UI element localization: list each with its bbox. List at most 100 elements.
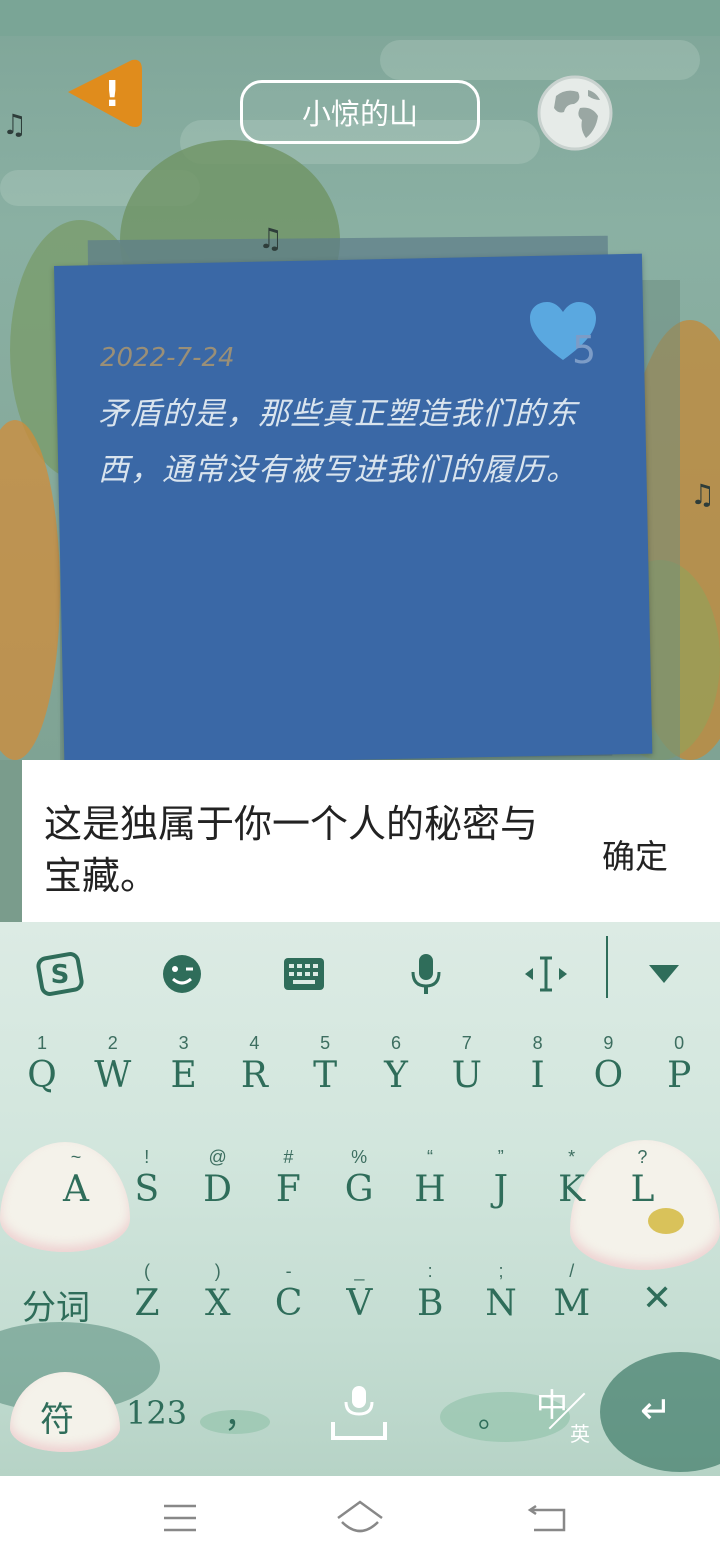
key-l[interactable]: ? L xyxy=(612,1146,672,1212)
like-count: 5 xyxy=(572,328,597,372)
key-y[interactable]: 6Y xyxy=(366,1032,426,1098)
key-label: F xyxy=(275,1169,301,1210)
key-label: O xyxy=(593,1055,624,1096)
key-hint: 5 xyxy=(320,1033,331,1053)
key-label: H xyxy=(414,1169,446,1210)
key-hint: 4 xyxy=(249,1033,260,1053)
key-label: R xyxy=(240,1055,268,1096)
cursor-move-icon[interactable] xyxy=(516,944,576,1004)
key-label: Y xyxy=(384,1055,408,1096)
key-z[interactable]: (Z xyxy=(117,1260,177,1326)
segment-key[interactable]: 分词 xyxy=(22,1280,90,1329)
key-v[interactable]: _ V xyxy=(329,1260,389,1326)
soft-keyboard: S 1Q2W3E4R5T6Y7U8I9O0P ~ A! S @ D # F% G “H” J * K?… xyxy=(0,922,720,1476)
key-p[interactable]: 0P xyxy=(649,1032,709,1098)
key-h[interactable]: “H xyxy=(400,1146,460,1212)
key-b[interactable]: :B xyxy=(400,1260,460,1326)
key-n[interactable]: ; N xyxy=(471,1260,531,1326)
note-text: 矛盾的是，那些真正塑造我们的东西，通常没有被写进我们的履历。 xyxy=(98,396,578,488)
key-hint: 1 xyxy=(36,1033,47,1053)
key-hint: % xyxy=(351,1147,368,1167)
sogou-logo-icon[interactable]: S xyxy=(30,944,90,1004)
lang-main: 中 xyxy=(536,1386,569,1424)
key-hint: _ xyxy=(354,1261,365,1281)
key-label: L xyxy=(630,1169,655,1210)
back-icon[interactable] xyxy=(518,1498,578,1538)
key-label: S xyxy=(134,1169,160,1210)
system-navigation-bar xyxy=(0,1476,720,1560)
emoji-icon[interactable] xyxy=(152,944,212,1004)
key-d[interactable]: @ D xyxy=(188,1146,248,1212)
svg-text:S: S xyxy=(51,960,70,990)
key-hint: 2 xyxy=(107,1033,118,1053)
menu-icon[interactable] xyxy=(150,1498,210,1538)
key-hint: - xyxy=(285,1261,292,1281)
toolbar-divider xyxy=(606,936,608,998)
collapse-icon[interactable] xyxy=(634,944,694,1004)
key-hint: 6 xyxy=(390,1033,401,1053)
page-title-button[interactable]: 小惊的山 xyxy=(240,80,480,144)
warning-glyph: ! xyxy=(104,74,121,115)
period-key[interactable]: 。 xyxy=(478,1392,508,1436)
key-e[interactable]: 3E xyxy=(154,1032,214,1098)
key-label: W xyxy=(94,1055,132,1096)
key-a[interactable]: ~ A xyxy=(46,1146,106,1212)
key-hint: ~ xyxy=(70,1147,82,1167)
key-label: M xyxy=(553,1283,591,1324)
key-j[interactable]: ” J xyxy=(471,1146,531,1212)
key-r[interactable]: 4R xyxy=(224,1032,284,1098)
globe-icon[interactable] xyxy=(536,74,614,152)
key-hint: 7 xyxy=(461,1033,472,1053)
space-key[interactable] xyxy=(330,1380,388,1442)
key-label: T xyxy=(313,1055,338,1096)
key-hint: 3 xyxy=(178,1033,189,1053)
autumn-tree xyxy=(0,420,60,760)
key-hint: ? xyxy=(637,1147,648,1167)
key-s[interactable]: ! S xyxy=(117,1146,177,1212)
key-label: B xyxy=(416,1283,444,1324)
space-microphone-icon xyxy=(331,1386,387,1440)
language-switch-key[interactable]: 中 英 xyxy=(536,1380,600,1446)
key-i[interactable]: 8I xyxy=(508,1032,568,1098)
input-bar: 这是独属于你一个人的秘密与宝藏。 确定 xyxy=(22,760,720,922)
key-hint: 0 xyxy=(674,1033,685,1053)
key-o[interactable]: 9O xyxy=(578,1032,638,1098)
confirm-button[interactable]: 确定 xyxy=(602,830,668,878)
key-hint: “ xyxy=(427,1147,433,1167)
key-f[interactable]: # F xyxy=(258,1146,318,1212)
key-u[interactable]: 7U xyxy=(437,1032,497,1098)
key-hint: 8 xyxy=(532,1033,543,1053)
lang-sub: 英 xyxy=(570,1422,590,1446)
key-hint: ( xyxy=(144,1261,150,1281)
status-strip xyxy=(0,0,720,36)
key-hint: / xyxy=(569,1261,575,1281)
key-x[interactable]: ) X xyxy=(188,1260,248,1326)
keyboard-icon[interactable] xyxy=(274,944,334,1004)
key-label: P xyxy=(667,1055,692,1096)
key-label: G xyxy=(344,1169,374,1210)
delete-key[interactable]: ✕ xyxy=(642,1278,672,1319)
key-w[interactable]: 2W xyxy=(83,1032,143,1098)
key-g[interactable]: % G xyxy=(329,1146,389,1212)
symbol-key[interactable]: 符 xyxy=(40,1392,74,1441)
enter-key[interactable]: ↵ xyxy=(640,1388,672,1432)
key-c[interactable]: -C xyxy=(259,1260,319,1326)
page-title: 小惊的山 xyxy=(301,97,418,131)
microphone-icon[interactable] xyxy=(396,944,456,1004)
key-label: Q xyxy=(27,1055,57,1096)
key-hint: 9 xyxy=(603,1033,614,1053)
key-q[interactable]: 1Q xyxy=(12,1032,72,1098)
home-icon[interactable] xyxy=(330,1498,390,1538)
key-m[interactable]: / M xyxy=(542,1260,602,1326)
key-label: C xyxy=(274,1283,303,1324)
number-key[interactable]: 123 xyxy=(126,1394,187,1432)
key-t[interactable]: 5T xyxy=(295,1032,355,1098)
key-label: X xyxy=(204,1283,231,1324)
key-k[interactable]: * K xyxy=(542,1146,602,1212)
comma-key[interactable]: ， xyxy=(224,1388,258,1437)
key-label: Z xyxy=(134,1283,160,1324)
key-label: E xyxy=(170,1055,197,1096)
text-input[interactable]: 这是独属于你一个人的秘密与宝藏。 xyxy=(44,798,564,902)
key-hint: ; xyxy=(498,1261,504,1281)
key-hint: # xyxy=(283,1147,294,1167)
